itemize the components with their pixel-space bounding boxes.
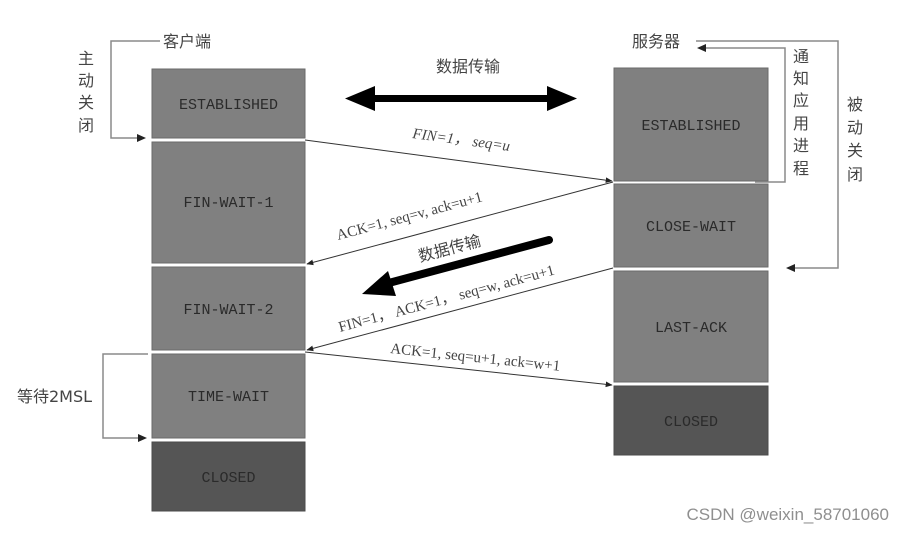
note-char: 动 — [78, 71, 94, 90]
state-label: CLOSE-WAIT — [646, 219, 736, 236]
state-label: ESTABLISHED — [641, 118, 740, 135]
state-label: CLOSED — [201, 470, 255, 487]
state-label: LAST-ACK — [655, 320, 727, 337]
note-char: 闭 — [847, 165, 863, 184]
server-state-closed: CLOSED — [613, 385, 769, 456]
message-label-fin-ack: FIN=1， ACK=1， seq=w, ack=u+1 — [337, 263, 557, 336]
state-label: FIN-WAIT-1 — [183, 195, 273, 212]
note-char: 应 — [793, 91, 809, 110]
server-passive-close-note: 被 动 关 闭 — [847, 95, 863, 184]
note-char: 被 — [847, 95, 863, 114]
note-char: 动 — [847, 118, 863, 137]
note-char: 知 — [793, 69, 809, 88]
bidirectional-arrow-icon — [345, 86, 577, 111]
state-label: CLOSED — [664, 414, 718, 431]
client-state-fin-wait-1: FIN-WAIT-1 — [151, 141, 306, 264]
client-state-closed: CLOSED — [151, 441, 306, 512]
client-label: 客户端 — [163, 32, 211, 51]
server-notify-app-note: 通 知 应 用 进 程 — [793, 47, 809, 178]
client-active-close-note: 主 动 关 闭 — [78, 49, 94, 135]
wait-2msl-bracket — [102, 353, 148, 439]
watermark: CSDN @weixin_58701060 — [686, 505, 889, 524]
note-char: 通 — [793, 47, 809, 66]
bracket-arrowhead-icon — [697, 44, 706, 52]
bracket-arrowhead-icon — [137, 134, 146, 142]
client-states: ESTABLISHED FIN-WAIT-1 FIN-WAIT-2 TIME-W… — [151, 68, 306, 512]
note-char: 关 — [78, 93, 94, 112]
server-state-close-wait: CLOSE-WAIT — [613, 183, 769, 268]
note-char: 进 — [793, 136, 809, 155]
tcp-close-diagram: ESTABLISHED FIN-WAIT-1 FIN-WAIT-2 TIME-W… — [17, 32, 863, 512]
state-label: ESTABLISHED — [179, 97, 278, 114]
bracket-arrowhead-icon — [138, 434, 147, 442]
data-transfer-label: 数据传输 — [436, 57, 500, 76]
message-label-fin: FIN=1， seq=u — [410, 126, 510, 155]
state-label: TIME-WAIT — [188, 389, 269, 406]
server-states: ESTABLISHED CLOSE-WAIT LAST-ACK CLOSED — [613, 67, 769, 456]
message-label-final-ack: ACK=1, seq=u+1, ack=w+1 — [390, 341, 561, 375]
client-state-established: ESTABLISHED — [151, 68, 306, 139]
note-char: 主 — [78, 49, 94, 68]
note-char: 程 — [793, 159, 809, 178]
server-state-last-ack: LAST-ACK — [613, 270, 769, 383]
client-state-time-wait: TIME-WAIT — [151, 353, 306, 439]
message-arrow-fin-ack — [306, 267, 614, 352]
client-state-fin-wait-2: FIN-WAIT-2 — [151, 266, 306, 351]
bracket-arrowhead-icon — [786, 264, 795, 272]
note-char: 用 — [793, 114, 809, 133]
server-label: 服务器 — [632, 32, 680, 51]
wait-2msl-label: 等待2MSL — [17, 387, 92, 406]
note-char: 闭 — [78, 116, 94, 135]
state-label: FIN-WAIT-2 — [183, 302, 273, 319]
server-state-established: ESTABLISHED — [613, 67, 769, 182]
note-char: 关 — [847, 141, 863, 160]
